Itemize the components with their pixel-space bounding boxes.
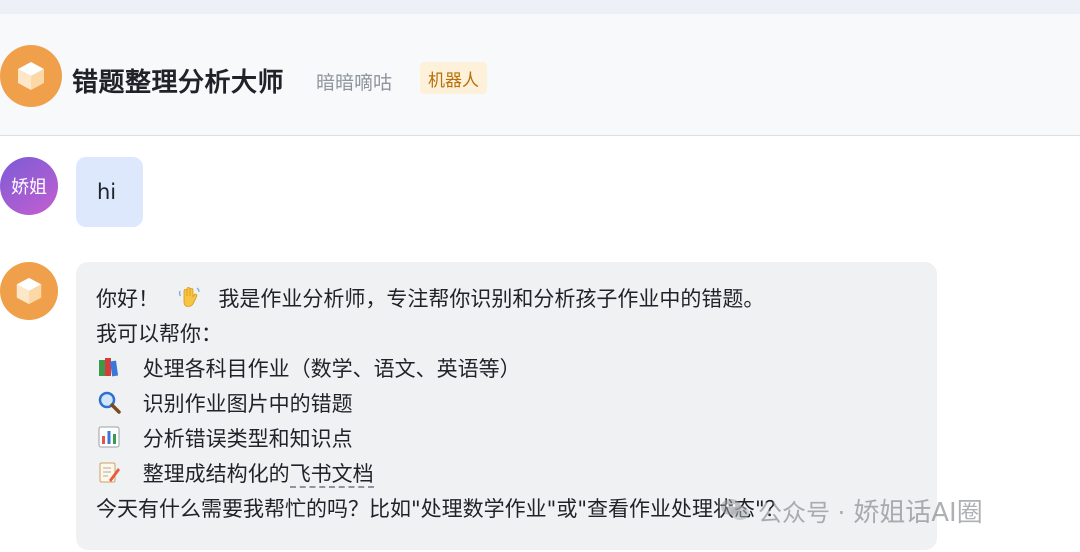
greeting-text-before: 你好！ (96, 287, 159, 311)
box-icon (18, 62, 44, 90)
wechat-icon (721, 499, 749, 520)
waving-hand-icon (176, 282, 202, 317)
bot-owner-label: 暗暗嘀咕 (316, 72, 393, 94)
watermark-name: 娇姐话AI圈 (853, 497, 983, 528)
user-avatar[interactable]: 娇姐 (0, 157, 58, 215)
feishu-doc-link[interactable]: 飞书文档 (289, 462, 374, 488)
magnifier-icon (96, 387, 122, 422)
list-item-text: 整理成结构化的 (142, 462, 290, 486)
bot-tag-badge: 机器人 (420, 62, 487, 94)
memo-icon (96, 457, 122, 492)
window-top-strip (0, 0, 1080, 14)
bot-message-avatar[interactable] (0, 262, 58, 320)
list-item: 处理各科目作业（数学、语文、英语等） (96, 352, 917, 387)
intro-line: 我可以帮你： (96, 322, 222, 346)
list-item-text: 分析错误类型和知识点 (142, 427, 353, 451)
watermark: 公众号 · 娇姐话AI圈 (720, 488, 983, 532)
greeting-line: 你好！ 我是作业分析师，专注帮你识别和分析孩子作业中的错题。 (96, 282, 917, 317)
list-item-text: 识别作业图片中的错题 (142, 392, 353, 416)
chat-header: 错题整理分析大师 暗暗嘀咕 机器人 (0, 14, 1080, 136)
user-message-bubble: hi (76, 157, 143, 227)
bot-avatar[interactable] (0, 45, 62, 107)
box-icon (16, 277, 42, 305)
books-icon (96, 352, 122, 387)
list-item: 整理成结构化的飞书文档 (96, 457, 917, 492)
bar-chart-icon (96, 422, 122, 457)
greeting-text-after: 我是作业分析师，专注帮你识别和分析孩子作业中的错题。 (218, 287, 765, 311)
watermark-prefix: 公众号 · (758, 498, 846, 527)
list-item: 识别作业图片中的错题 (96, 387, 917, 422)
bot-name-title[interactable]: 错题整理分析大师 (72, 62, 284, 99)
list-item-text: 处理各科目作业（数学、语文、英语等） (142, 357, 521, 381)
list-item: 分析错误类型和知识点 (96, 422, 917, 457)
